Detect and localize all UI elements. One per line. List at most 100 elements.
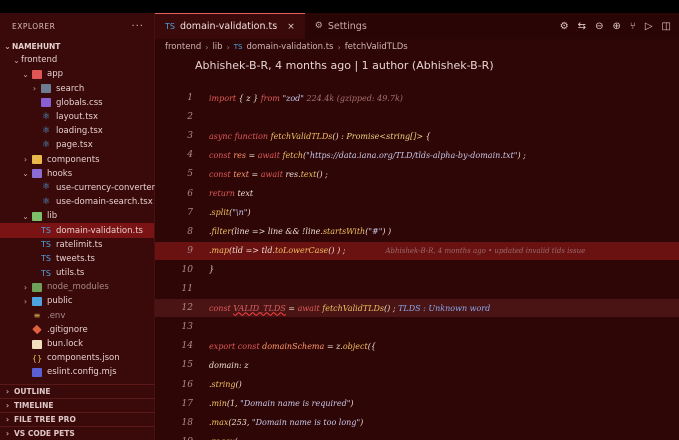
tree-item[interactable]: › public [0, 294, 154, 308]
code-line[interactable]: 5 const text = await res.text() ; [155, 165, 679, 183]
code-line[interactable]: 15 domain: z [155, 356, 679, 374]
code-token: return [209, 189, 238, 198]
chevron-right-icon[interactable]: › [21, 155, 30, 164]
tree-item[interactable]: bun.lock [0, 337, 154, 351]
folder-icon [41, 84, 51, 94]
tree-item[interactable]: TS ratelimit.ts [0, 238, 154, 252]
close-tab-icon[interactable]: × [287, 22, 295, 32]
code-token: "Domain name is required" [240, 399, 351, 409]
code-line[interactable]: 4 const res = await fetch("https://data.… [155, 146, 679, 164]
tree-root[interactable]: ⌄ NAMEHUNT [0, 39, 154, 53]
ts-icon: TS [41, 268, 51, 278]
code-line[interactable]: 19 .regex( [155, 433, 679, 440]
tree-item[interactable]: TS utils.ts [0, 266, 154, 280]
tree-item[interactable]: ⚛ layout.tsx [0, 110, 154, 124]
chevron-down-icon[interactable]: ⌄ [21, 169, 30, 178]
code-token: split [211, 208, 230, 218]
tree-item[interactable]: ⌄ lib [0, 209, 154, 223]
code-line[interactable]: 6 return text [155, 185, 679, 203]
code-line[interactable]: 7 .split("\n") [155, 204, 679, 222]
code-line[interactable]: 9 .map(tld => tld.toLowerCase() ) ; Abhis… [155, 241, 679, 260]
tree-item[interactable]: ⚛ use-currency-converter.tsx [0, 181, 170, 195]
code-token: ) ) [382, 227, 392, 237]
editor-actions: ⚙ ⇆ ⊖ ⊕ ⑂ ▷ ◫ [560, 13, 671, 39]
code-line[interactable]: 18 .max(253, "Domain name is too long") [155, 414, 679, 432]
code-token: = [251, 169, 261, 179]
section-outline[interactable]: › OUTLINE [0, 384, 155, 398]
tree-item[interactable]: ⚛ loading.tsx [0, 124, 154, 138]
typescript-file-icon: TS [165, 22, 175, 31]
chevron-down-icon[interactable]: ⌄ [3, 42, 12, 51]
tree-item[interactable]: ⚛ page.tsx [0, 138, 154, 152]
compare-icon[interactable]: ⇆ [578, 21, 586, 32]
tree-item[interactable]: .gitignore [0, 323, 154, 337]
code-line[interactable]: 2 [155, 108, 679, 126]
section-file-tree-pro[interactable]: › FILE TREE PRO [0, 412, 155, 426]
tree-item[interactable]: ⌄ frontend [0, 53, 154, 67]
code-line[interactable]: 16 .string() [155, 376, 679, 394]
tree-item[interactable]: globals.css [0, 96, 154, 110]
code-line[interactable]: 11 [155, 280, 679, 298]
copilot-icon[interactable]: ⚙ [560, 21, 569, 32]
code-line[interactable]: 1 import { z } from "zod" 224.4k (gzipped… [155, 89, 679, 107]
code-line[interactable]: 3 async function fetchValidTLDs() : Promi… [155, 127, 679, 145]
section-timeline[interactable]: › TIMELINE [0, 398, 155, 412]
tree-item[interactable]: ≡ .env [0, 309, 154, 323]
breadcrumb-symbol[interactable]: fetchValidTLDs [345, 42, 408, 52]
code-token: ) [247, 208, 251, 218]
tsx-icon: ⚛ [41, 182, 51, 193]
go-back-icon[interactable]: ⊖ [595, 21, 603, 32]
code-token: text [300, 169, 317, 179]
split-editor-icon[interactable]: ◫ [662, 21, 671, 32]
line-number: 12 [181, 303, 193, 314]
ts-icon: TS [41, 240, 51, 250]
code-line[interactable]: 17 .min(1, "Domain name is required") [155, 395, 679, 413]
run-icon[interactable]: ▷ [645, 21, 653, 32]
line-number: 17 [181, 398, 193, 409]
code-token: = [285, 303, 298, 313]
breadcrumb-file[interactable]: domain-validation.ts [247, 42, 334, 52]
code-line[interactable]: 12 const VALID_TLDS = await fetchValidTLD… [155, 299, 679, 318]
tree-item[interactable]: ⌄ hooks [0, 167, 154, 181]
chevron-down-icon[interactable]: ⌄ [21, 212, 30, 221]
tree-item[interactable]: {} components.json [0, 351, 154, 365]
chevron-right-icon[interactable]: › [21, 283, 30, 292]
git-blame-header[interactable]: Abhishek-B-R, 4 months ago | 1 author (A… [155, 55, 679, 75]
code-token: Promise<string[]> [346, 131, 426, 141]
line-text: .filter(line => line && !line.startsWith… [209, 227, 391, 236]
tree-item[interactable]: ⌄ app [0, 67, 154, 81]
code-token: ) ; [517, 150, 526, 160]
folder-hooks-icon [32, 169, 42, 179]
tree-item[interactable]: TS domain-validation.ts [0, 223, 154, 238]
code-token: TLDS : Unknown word [398, 303, 491, 313]
code-line[interactable]: 13 [155, 318, 679, 336]
chevron-right-icon[interactable]: › [21, 297, 30, 306]
more-actions-icon[interactable]: ··· [131, 21, 144, 32]
code-line[interactable]: 8 .filter(line => line && !line.startsWi… [155, 223, 679, 241]
chevron-down-icon[interactable]: ⌄ [21, 70, 30, 79]
tab-domain-validation[interactable]: TS domain-validation.ts × [155, 13, 305, 39]
go-forward-icon[interactable]: ⊕ [612, 21, 620, 32]
breadcrumb-lib[interactable]: lib [212, 42, 222, 52]
code-line[interactable]: 14 export const domainSchema = z.object({ [155, 337, 679, 355]
tree-item[interactable]: ⚛ use-domain-search.tsx [0, 195, 154, 209]
chevron-down-icon[interactable]: ⌄ [12, 56, 21, 65]
chevron-right-icon[interactable]: › [30, 84, 39, 93]
tree-item-label: domain-validation.ts [56, 225, 143, 236]
tree-item[interactable]: › search [0, 82, 154, 96]
git-branch-icon[interactable]: ⑂ [630, 21, 636, 32]
line-text: domain: z [209, 361, 248, 370]
tree-item[interactable]: › components [0, 153, 154, 167]
breadcrumb-frontend[interactable]: frontend [165, 42, 201, 52]
chevron-right-icon: › [226, 42, 230, 52]
line-number: 18 [181, 417, 193, 428]
tree-item[interactable]: TS tweets.ts [0, 252, 154, 266]
tsx-icon: ⚛ [41, 196, 51, 207]
code-line[interactable]: 10} [155, 261, 679, 279]
tab-settings[interactable]: ⚙ Settings [305, 13, 377, 39]
section-vs-code-pets[interactable]: › VS CODE PETS [0, 426, 155, 440]
tree-item[interactable]: eslint.config.mjs [0, 365, 154, 379]
line-text: export const domainSchema = z.object({ [209, 342, 376, 351]
tree-item[interactable]: › node_modules [0, 280, 154, 294]
json-icon: {} [32, 353, 43, 363]
